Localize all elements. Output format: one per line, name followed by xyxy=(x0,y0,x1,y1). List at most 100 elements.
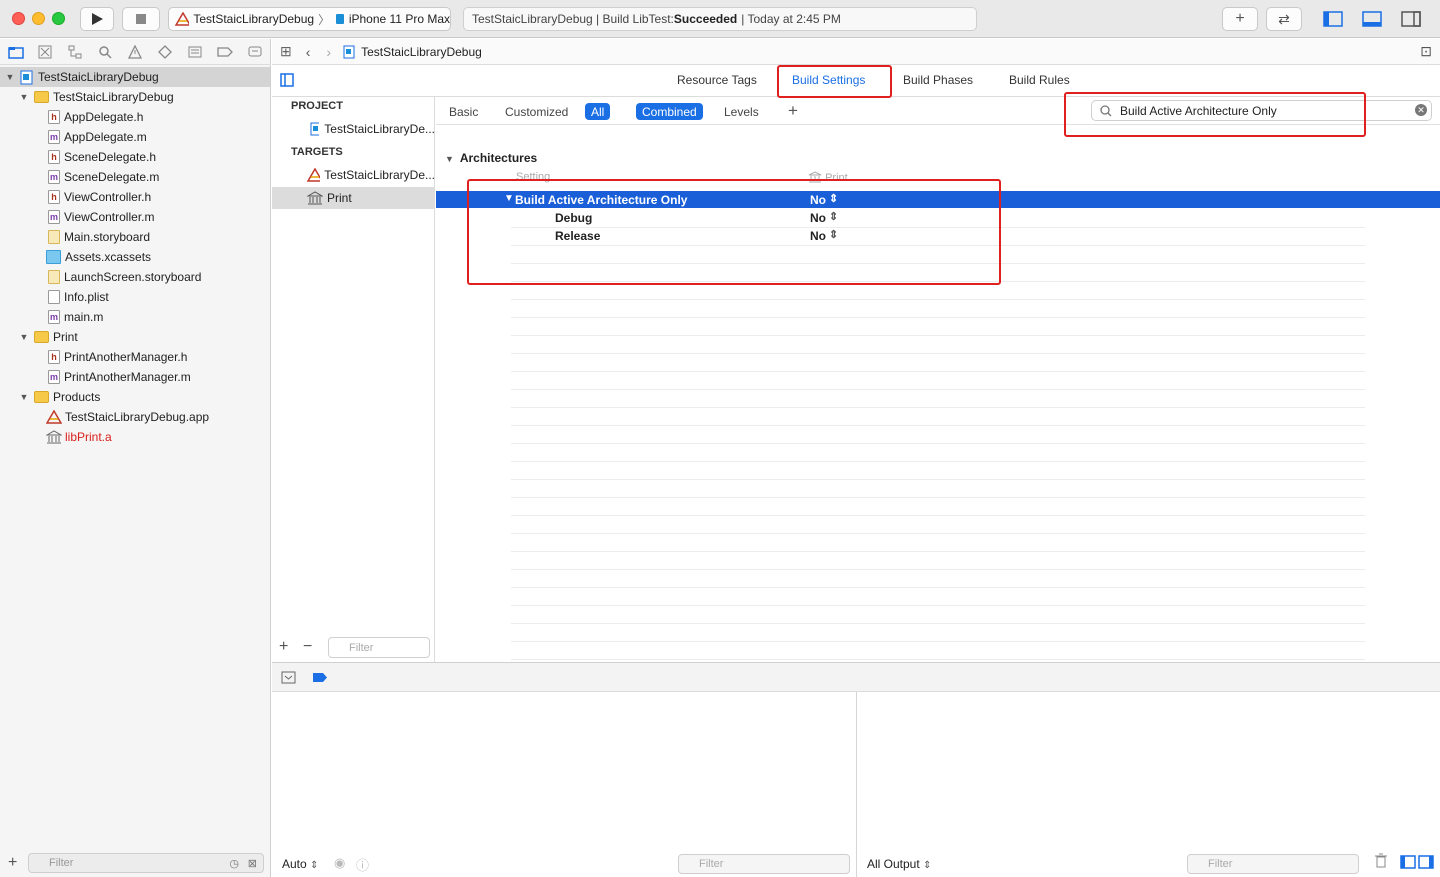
tree-item-label: AppDelegate.h xyxy=(64,110,144,124)
disclosure-triangle-icon[interactable]: ▼ xyxy=(445,154,454,164)
tree-item-file[interactable]: m SceneDelegate.m xyxy=(48,167,159,187)
tree-item-file[interactable]: m AppDelegate.m xyxy=(48,127,147,147)
library-icon xyxy=(307,191,323,205)
target-app[interactable]: TestStaicLibraryDe... xyxy=(272,164,435,186)
scheme-selector[interactable]: TestStaicLibraryDebug 〉 iPhone 11 Pro Ma… xyxy=(168,7,451,31)
config-value[interactable]: No xyxy=(810,211,826,225)
symbol-icon[interactable] xyxy=(67,44,83,60)
tab-resource-tags[interactable]: Resource Tags xyxy=(677,73,757,87)
split-editor-icon[interactable]: ⊡ xyxy=(1420,43,1432,60)
tree-item-file[interactable]: Info.plist xyxy=(48,287,109,307)
project-item-label: TestStaicLibraryDe... xyxy=(324,122,435,136)
tree-item-group[interactable]: ▼ TestStaicLibraryDebug xyxy=(18,87,174,107)
recent-files-icon[interactable]: ◷ xyxy=(229,857,239,870)
toggle-navigator-button[interactable] xyxy=(1315,7,1351,31)
clear-search-icon[interactable]: ✕ xyxy=(1415,104,1427,116)
tree-item-group[interactable]: ▼ Products xyxy=(18,387,101,407)
filter-customized[interactable]: Customized xyxy=(499,103,574,120)
zoom-window-button[interactable] xyxy=(52,12,65,25)
breadcrumb[interactable]: TestStaicLibraryDebug xyxy=(361,45,482,59)
tree-item-file[interactable]: m ViewController.m xyxy=(48,207,154,227)
filter-basic[interactable]: Basic xyxy=(443,103,484,120)
setting-row-debug[interactable]: Debug No ⇕ xyxy=(436,209,1440,227)
related-items-icon[interactable]: ⊞ xyxy=(280,43,292,60)
output-label: All Output xyxy=(867,857,920,871)
code-review-button[interactable]: ⇄ xyxy=(1266,7,1302,31)
split-console-icon[interactable] xyxy=(1400,855,1434,872)
disclosure-triangle-icon[interactable]: ▼ xyxy=(18,392,30,402)
toggle-inspector-button[interactable] xyxy=(1393,7,1429,31)
tree-item-file[interactable]: Assets.xcassets xyxy=(46,247,151,267)
breakpoints-toggle-icon[interactable] xyxy=(312,672,328,686)
disclosure-triangle-icon[interactable]: ▼ xyxy=(18,332,30,342)
tree-item-file[interactable]: h SceneDelegate.h xyxy=(48,147,156,167)
tree-item-file[interactable]: Main.storyboard xyxy=(48,227,150,247)
run-button[interactable] xyxy=(80,7,114,31)
tree-item-file[interactable]: TestStaicLibraryDebug.app xyxy=(46,407,209,427)
report-icon[interactable] xyxy=(247,44,263,60)
tree-item-file[interactable]: h ViewController.h xyxy=(48,187,151,207)
config-value[interactable]: No xyxy=(810,229,826,243)
setting-row-release[interactable]: Release No ⇕ xyxy=(436,227,1440,245)
trash-icon[interactable] xyxy=(1374,853,1388,871)
info-icon[interactable]: ⓘ xyxy=(356,855,369,874)
test-icon[interactable] xyxy=(157,44,173,60)
disclosure-triangle-icon[interactable]: ▼ xyxy=(4,72,16,82)
breakpoint-icon[interactable] xyxy=(217,44,233,60)
remove-target-button[interactable]: − xyxy=(303,638,312,656)
close-window-button[interactable] xyxy=(12,12,25,25)
stop-button[interactable] xyxy=(122,7,160,31)
filter-levels[interactable]: Levels xyxy=(718,103,765,120)
tree-item-group[interactable]: ▼ Print xyxy=(18,327,78,347)
disclosure-triangle-icon[interactable]: ▼ xyxy=(504,193,514,204)
grid-line xyxy=(511,623,1365,624)
forward-button[interactable]: › xyxy=(326,44,331,60)
variables-scope-select[interactable]: Auto ⇕ xyxy=(282,857,318,871)
tree-item-file[interactable]: LaunchScreen.storyboard xyxy=(48,267,201,287)
tree-item-file[interactable]: libPrint.a xyxy=(46,427,112,447)
project-item[interactable]: TestStaicLibraryDe... xyxy=(272,118,435,140)
setting-row-build-active-arch[interactable]: ▼ Build Active Architecture Only No ⇕ xyxy=(436,191,1440,208)
setting-value[interactable]: No xyxy=(810,193,826,207)
grid-line xyxy=(511,281,1365,282)
scm-filter-icon[interactable]: ⊠ xyxy=(248,857,257,870)
tree-item-project[interactable]: ▼ TestStaicLibraryDebug xyxy=(0,67,270,87)
tab-build-settings[interactable]: Build Settings xyxy=(792,73,865,87)
tab-build-rules[interactable]: Build Rules xyxy=(1009,73,1070,87)
debug-icon[interactable] xyxy=(187,44,203,60)
tree-item-file[interactable]: m PrintAnotherManager.m xyxy=(48,367,191,387)
add-target-button[interactable]: + xyxy=(279,638,288,656)
app-target-icon xyxy=(175,12,190,26)
hide-debug-area-icon[interactable] xyxy=(281,671,296,687)
search-icon[interactable] xyxy=(97,44,113,60)
console-filter-input[interactable]: Filter xyxy=(1187,854,1359,874)
back-button[interactable]: ‹ xyxy=(306,44,311,60)
minimize-window-button[interactable] xyxy=(32,12,45,25)
warning-icon[interactable] xyxy=(127,44,143,60)
toggle-debug-area-button[interactable] xyxy=(1354,7,1390,31)
grid-line xyxy=(511,299,1365,300)
filter-combined[interactable]: Combined xyxy=(636,103,703,120)
folder-icon[interactable] xyxy=(8,44,24,60)
library-button[interactable]: + xyxy=(1222,7,1258,31)
add-setting-button[interactable]: + xyxy=(788,101,798,121)
filter-all[interactable]: All xyxy=(585,103,611,120)
navigator-filter-input[interactable]: Filter ◷ ⊠ xyxy=(28,853,264,873)
hide-targets-icon[interactable] xyxy=(280,73,294,90)
grid-line xyxy=(511,605,1365,606)
target-print[interactable]: Print xyxy=(272,187,435,209)
tree-item-file[interactable]: h AppDelegate.h xyxy=(48,107,143,127)
console-output-select[interactable]: All Output ⇕ xyxy=(867,857,931,871)
tree-item-file[interactable]: h PrintAnotherManager.h xyxy=(48,347,187,367)
source-control-icon[interactable] xyxy=(37,44,53,60)
tab-build-phases[interactable]: Build Phases xyxy=(903,73,973,87)
targets-filter-input[interactable]: Filter xyxy=(328,637,430,658)
disclosure-triangle-icon[interactable]: ▼ xyxy=(18,92,30,102)
grid-line xyxy=(511,641,1365,642)
tree-item-file[interactable]: m main.m xyxy=(48,307,103,327)
settings-search-input[interactable]: Build Active Architecture Only ✕ xyxy=(1091,100,1432,121)
eye-icon[interactable]: ◉ xyxy=(334,855,345,871)
variables-filter-input[interactable]: Filter xyxy=(678,854,850,874)
section-architectures[interactable]: ▼ Architectures xyxy=(445,151,537,165)
add-file-button[interactable]: + xyxy=(8,854,17,872)
